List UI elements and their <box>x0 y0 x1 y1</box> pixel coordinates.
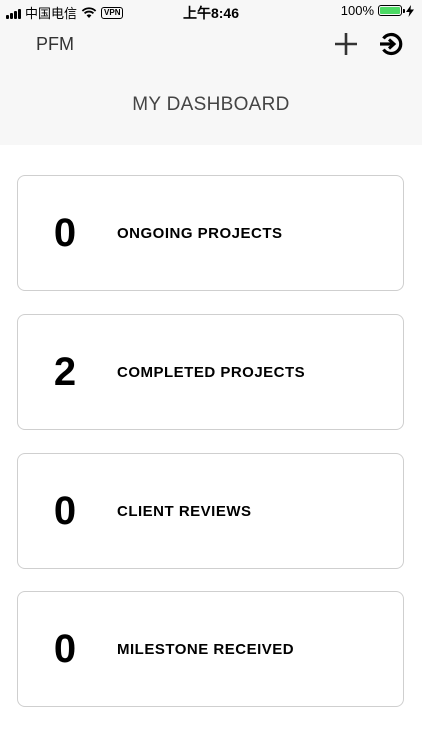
logout-button[interactable] <box>377 30 405 58</box>
client-reviews-label: CLIENT REVIEWS <box>117 502 252 520</box>
charging-icon <box>406 4 414 17</box>
plus-icon <box>335 33 357 55</box>
completed-projects-card[interactable]: 2 COMPLETED PROJECTS <box>17 314 404 430</box>
completed-projects-count: 2 <box>53 349 77 394</box>
battery-icon <box>378 5 405 16</box>
page-title: MY DASHBOARD <box>132 94 290 115</box>
app-title: PFM <box>36 34 74 54</box>
ongoing-projects-label: ONGOING PROJECTS <box>117 224 283 242</box>
status-bar: 中国电信 VPN 上午8:46 100% <box>0 0 422 22</box>
battery-fill <box>380 7 400 14</box>
ongoing-projects-card[interactable]: 0 ONGOING PROJECTS <box>17 175 404 291</box>
client-reviews-count: 0 <box>53 488 77 533</box>
status-right: 100% <box>341 3 414 18</box>
add-button[interactable] <box>332 30 360 58</box>
completed-projects-label: COMPLETED PROJECTS <box>117 363 306 381</box>
battery-percentage: 100% <box>340 3 374 18</box>
header: PFM MY DASHBOARD <box>0 22 422 145</box>
logout-icon <box>380 32 403 56</box>
milestone-received-card[interactable]: 0 MILESTONE RECEIVED <box>17 591 404 707</box>
ongoing-projects-count: 0 <box>53 210 77 255</box>
client-reviews-card[interactable]: 0 CLIENT REVIEWS <box>17 453 404 569</box>
milestone-received-count: 0 <box>53 626 77 671</box>
milestone-received-label: MILESTONE RECEIVED <box>117 640 295 658</box>
